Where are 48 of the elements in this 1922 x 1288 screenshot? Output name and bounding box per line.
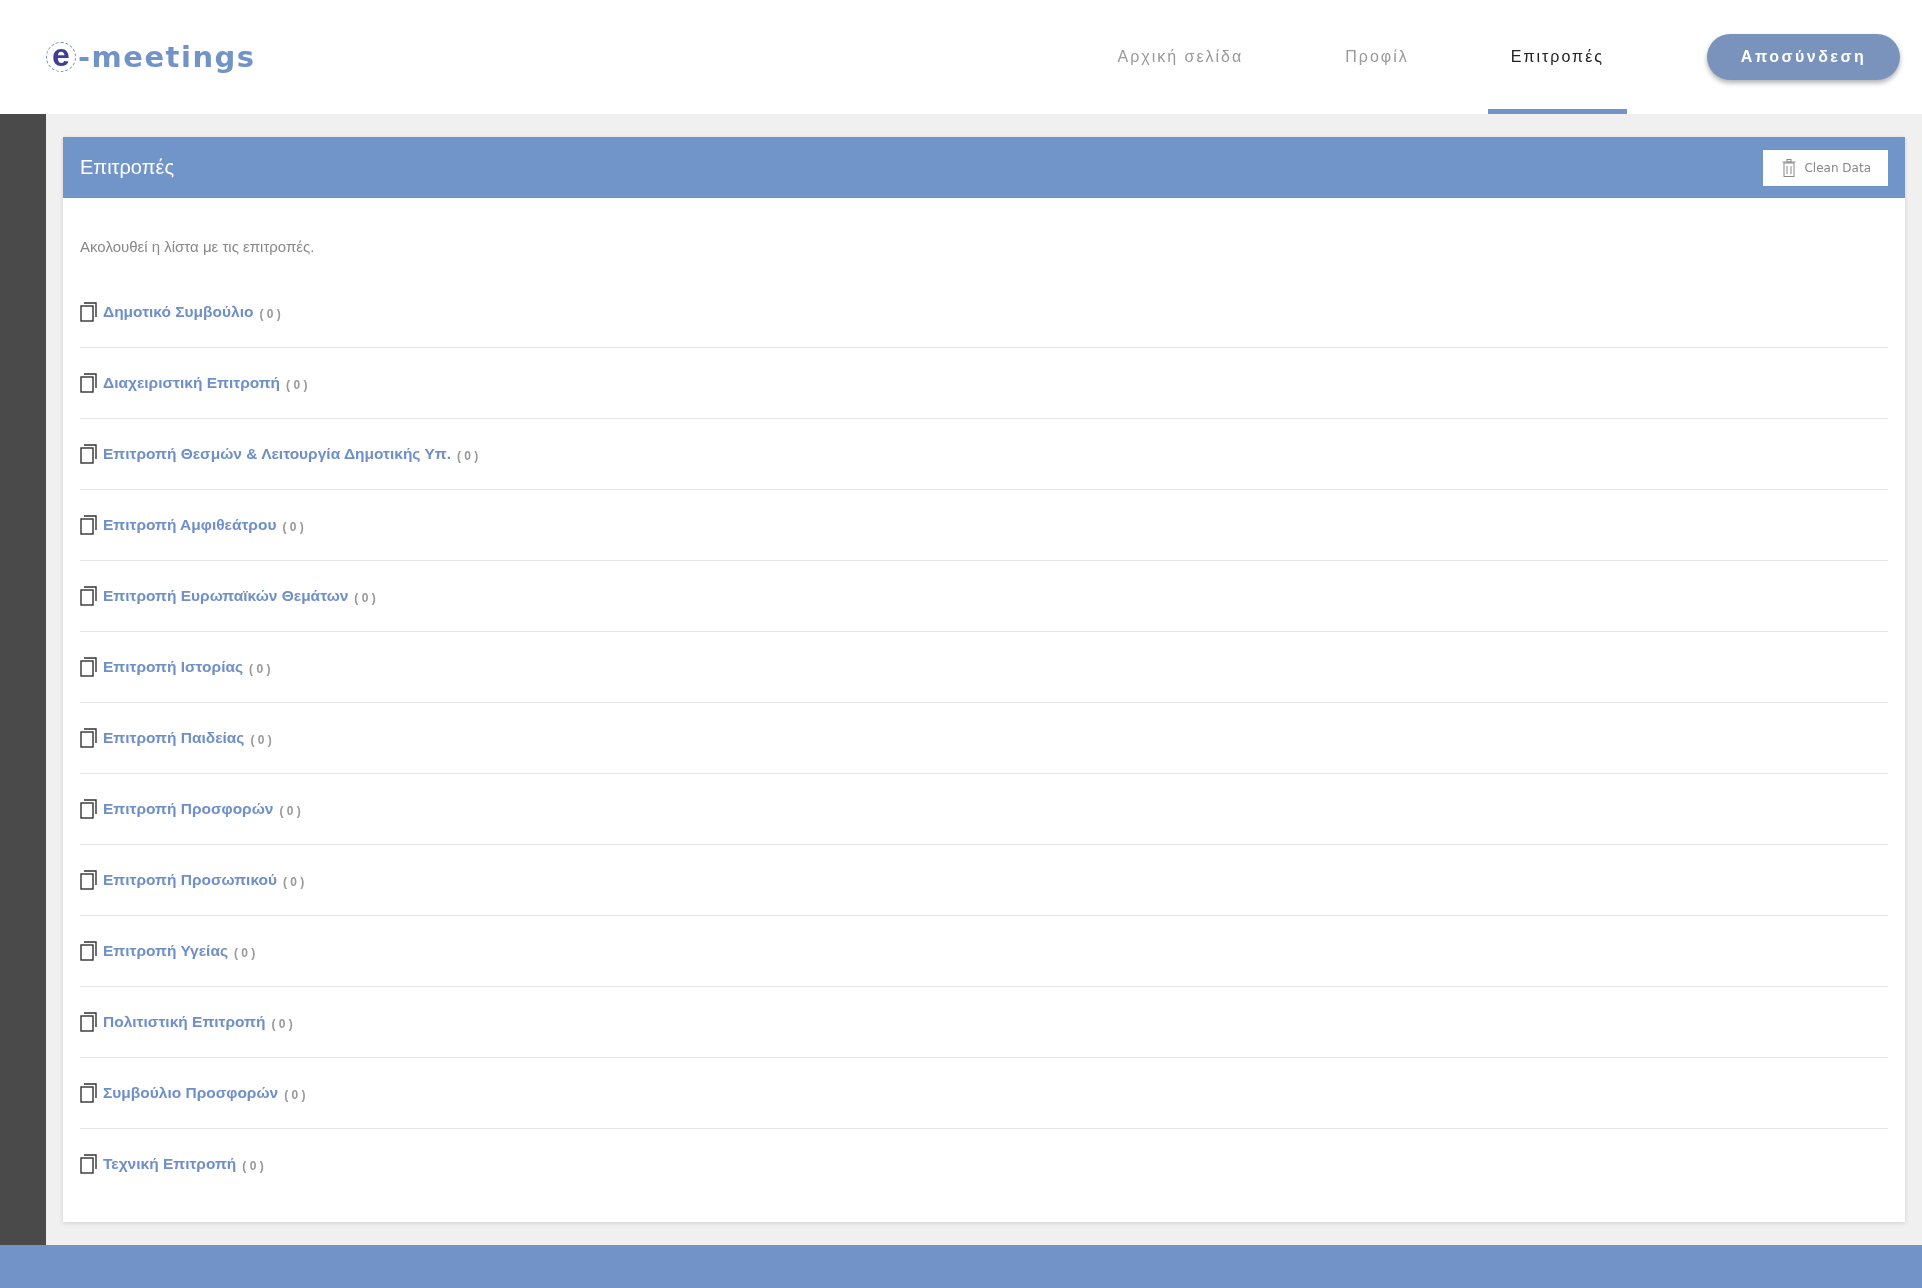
documents-icon [80, 799, 97, 819]
count-text: ( 0 ) [250, 732, 272, 747]
count-text: ( 0 ) [234, 945, 256, 960]
logo-text: -meetings [78, 40, 256, 74]
documents-icon [80, 444, 97, 464]
documents-icon [80, 1083, 97, 1103]
committee-link[interactable]: Δημοτικό Συμβούλιο [103, 303, 254, 321]
committee-link[interactable]: Επιτροπή Προσωπικού [103, 871, 277, 889]
panel-title: Επιτροπές [80, 156, 175, 179]
count-text: ( 0 ) [282, 519, 304, 534]
committee-link[interactable]: Επιτροπή Ιστορίας [103, 658, 244, 676]
documents-icon [80, 1154, 97, 1174]
committee-link[interactable]: Διαχειριστική Επιτροπή [103, 374, 281, 392]
trash-icon [1782, 158, 1797, 177]
documents-icon [80, 586, 97, 606]
nav-tab[interactable]: Προφίλ [1322, 0, 1432, 114]
committee-link[interactable]: Επιτροπή Παιδείας [103, 729, 245, 747]
committee-link[interactable]: Πολιτιστική Επιτροπή [103, 1013, 266, 1031]
count-text: ( 0 ) [271, 1016, 293, 1031]
committee-link[interactable]: Επιτροπή Προσφορών [103, 800, 274, 818]
count-text: ( 0 ) [242, 1158, 264, 1173]
documents-icon [80, 870, 97, 890]
intro-text: Ακολουθεί η λίστα με τις επιτροπές. [80, 238, 316, 255]
committee-link[interactable]: Τεχνική Επιτροπή [103, 1155, 237, 1173]
count-text: ( 0 ) [279, 803, 301, 818]
documents-icon [80, 941, 97, 961]
count-text: ( 0 ) [354, 590, 376, 605]
count-text: ( 0 ) [283, 874, 305, 889]
documents-icon [80, 302, 97, 322]
nav-tab[interactable]: Αρχική σελίδα [1094, 0, 1267, 114]
documents-icon [80, 1012, 97, 1032]
committee-link[interactable]: Επιτροπή Αμφιθεάτρου [103, 516, 277, 534]
documents-icon [80, 728, 97, 748]
logout-button[interactable]: Αποσύνδεση [1707, 34, 1900, 80]
count-text: ( 0 ) [249, 661, 271, 676]
committee-link[interactable]: Επιτροπή Ευρωπαϊκών Θεμάτων [103, 587, 349, 605]
count-text: ( 0 ) [284, 1087, 306, 1102]
committee-link[interactable]: Επιτροπή Θεσμών & Λειτουργία Δημοτικής Υπ. [103, 445, 451, 463]
documents-icon [80, 657, 97, 677]
committee-link[interactable]: Επιτροπή Υγείας [103, 942, 228, 960]
count-text: ( 0 ) [259, 306, 281, 321]
nav-tab[interactable]: Επιτροπές [1487, 0, 1627, 114]
committee-link[interactable]: Συμβούλιο Προσφορών [103, 1084, 279, 1102]
clean-data-button[interactable]: Clean Data [1763, 149, 1888, 186]
documents-icon [80, 515, 97, 535]
count-text: ( 0 ) [286, 377, 308, 392]
documents-icon [80, 373, 97, 393]
count-text: ( 0 ) [456, 448, 479, 463]
